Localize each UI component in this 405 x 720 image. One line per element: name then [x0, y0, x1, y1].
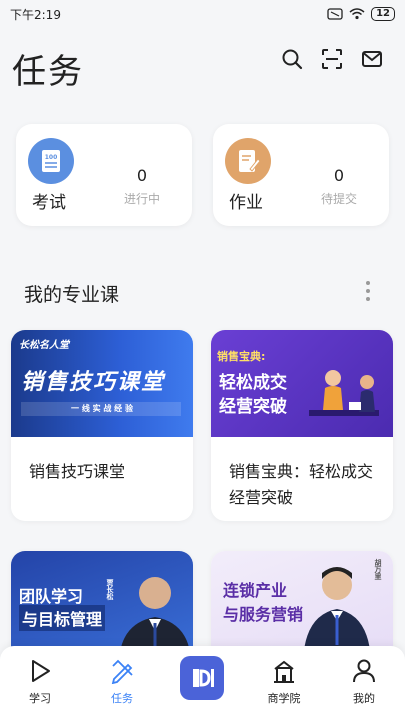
course-cover: 销售宝典: 轻松成交 经营突破 — [211, 330, 393, 437]
scan-icon[interactable] — [321, 48, 343, 70]
exam-count: 0 — [136, 166, 148, 185]
homework-label: 作业 — [229, 193, 263, 213]
svg-text:100: 100 — [45, 154, 58, 161]
tab-label: 任务 — [111, 692, 133, 705]
mail-icon[interactable] — [361, 48, 383, 70]
cover-tag: 长松名人堂 — [19, 340, 69, 351]
homework-count: 0 — [333, 166, 345, 185]
cover-person-name: 贾长松 — [106, 579, 114, 600]
status-time: 下午2:19 — [10, 7, 61, 22]
tab-label: 学习 — [29, 692, 51, 705]
cover-subtitle: 一 线 实 战 经 验 — [71, 404, 133, 413]
homework-card[interactable]: 作业 0 待提交 — [213, 124, 389, 226]
exam-label: 考试 — [32, 193, 66, 213]
tab-me[interactable]: 我的 — [332, 658, 396, 718]
building-icon — [274, 660, 294, 683]
pencil-ruler-icon — [111, 659, 133, 684]
tab-label: 我的 — [353, 692, 375, 705]
wifi-icon — [349, 8, 365, 20]
cover-title-1: 轻松成交 — [219, 373, 287, 393]
cover-title-2: 与服务营销 — [223, 605, 304, 624]
section-title: 我的专业课 — [24, 284, 120, 306]
exam-card[interactable]: 100 考试 0 进行中 — [16, 124, 192, 226]
tab-label: 商学院 — [267, 692, 301, 705]
course-cover: 连锁产业 与服务营销 胡万里 — [211, 551, 393, 661]
cover-title-2: 与目标管理 — [19, 605, 106, 631]
header: 任务 — [0, 36, 405, 96]
tab-business-school[interactable]: 商学院 — [252, 658, 316, 718]
search-icon[interactable] — [281, 48, 303, 70]
status-icons: 12 — [327, 7, 395, 21]
cover-tag: 销售宝典: — [217, 350, 266, 363]
status-bar: 下午2:19 12 — [0, 0, 405, 28]
cover-title: 销售技巧课堂 — [21, 370, 166, 395]
page-title: 任务 — [12, 52, 84, 92]
exam-status: 进行中 — [123, 192, 160, 206]
cover-title-2: 经营突破 — [219, 397, 287, 417]
cover-person-name: 胡万里 — [374, 559, 382, 580]
business-people-illustration — [309, 370, 379, 416]
course-cover: 长松名人堂 销售技巧课堂 一 线 实 战 经 验 — [11, 330, 193, 437]
battery-indicator: 12 — [371, 7, 395, 21]
exam-icon: 100 — [28, 138, 74, 184]
course-name: 销售技巧课堂 — [29, 462, 126, 481]
homework-status: 待提交 — [320, 192, 357, 206]
course-name: 销售宝典：轻松成交经营突破 — [229, 462, 374, 507]
tab-tasks[interactable]: 任务 — [90, 658, 154, 718]
sim-icon — [327, 8, 343, 20]
course-card[interactable]: 团队学习 与目标管理 贾长松 — [11, 551, 193, 661]
bottom-tab-bar: 学习 任务 商学院 我的 — [0, 646, 405, 720]
course-card[interactable]: 长松名人堂 销售技巧课堂 一 线 实 战 经 验 销售技巧课堂 — [11, 330, 193, 521]
center-app-button[interactable] — [180, 656, 224, 700]
more-vertical-icon[interactable] — [364, 280, 372, 302]
course-cover: 团队学习 与目标管理 贾长松 — [11, 551, 193, 661]
tab-study[interactable]: 学习 — [8, 658, 72, 718]
user-icon — [353, 659, 375, 683]
cover-title-1: 连锁产业 — [223, 581, 288, 600]
cover-title-1: 团队学习 — [19, 587, 84, 606]
homework-icon — [225, 138, 271, 184]
play-icon — [32, 660, 50, 682]
course-card[interactable]: 连锁产业 与服务营销 胡万里 — [211, 551, 393, 661]
brand-logo-icon — [193, 669, 214, 687]
header-actions — [281, 48, 383, 70]
course-card[interactable]: 销售宝典: 轻松成交 经营突破 销售宝典：轻松成交经营突破 — [211, 330, 393, 521]
